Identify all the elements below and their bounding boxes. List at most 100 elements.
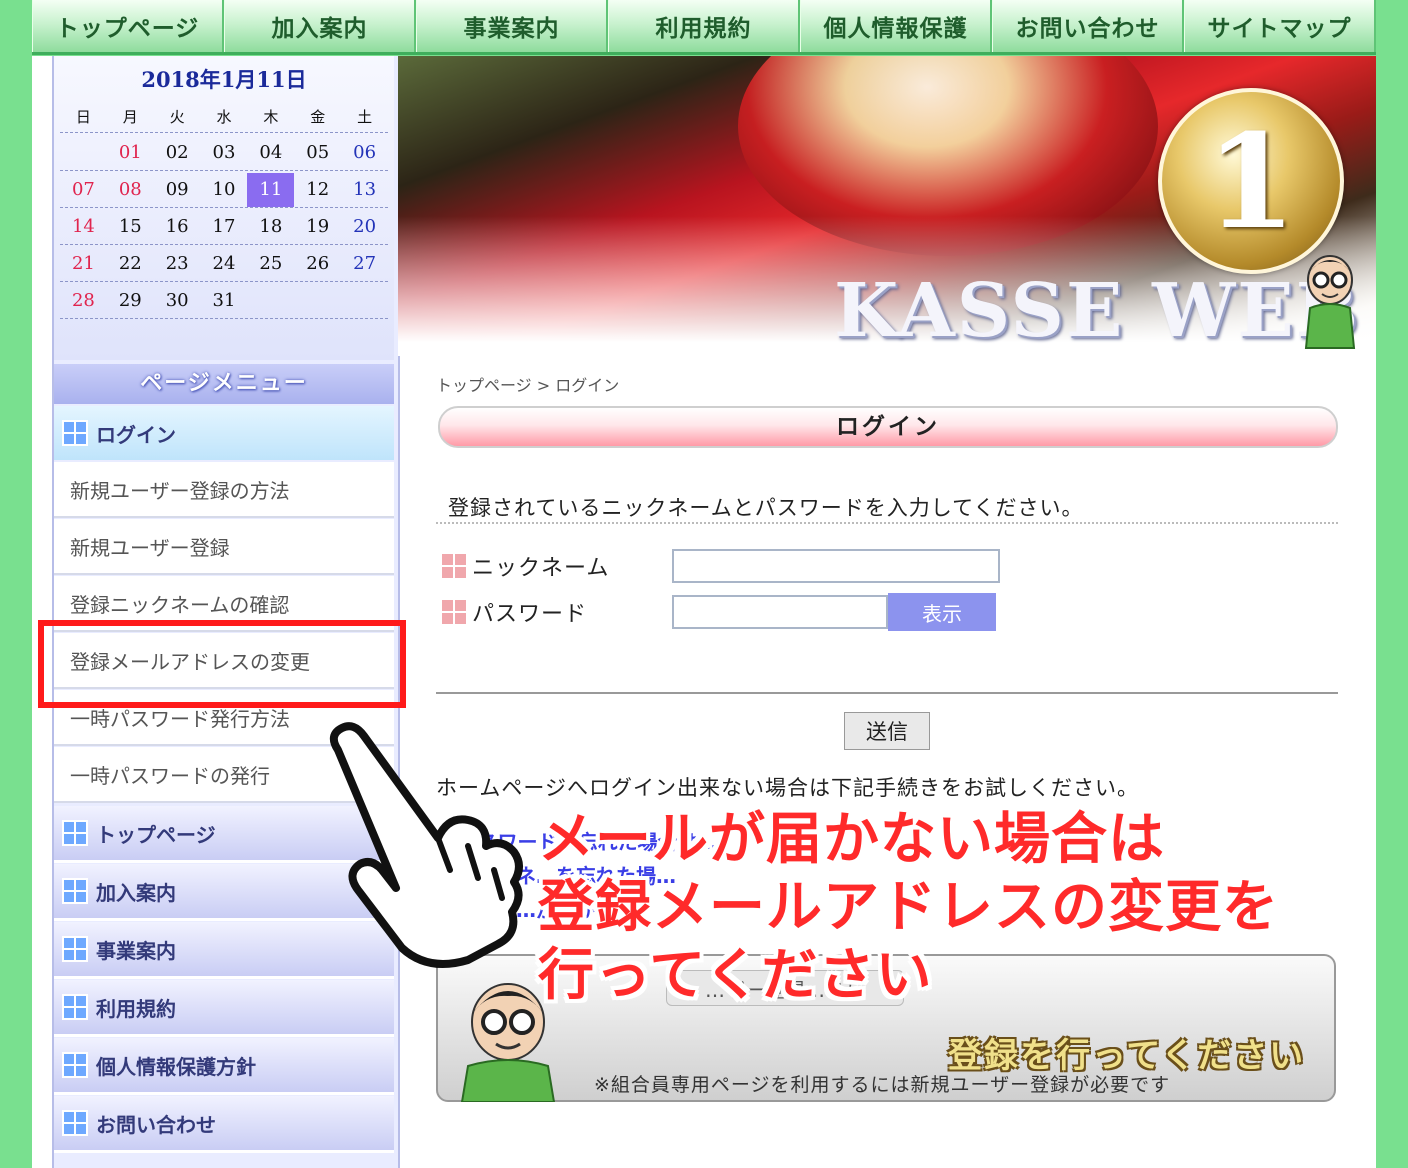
nickname-row: ニックネーム	[442, 546, 1000, 586]
sidebar-item-privacy[interactable]: 個人情報保護方針	[54, 1038, 394, 1095]
annotation-callout: メールが届かない場合は 登録メールアドレスの変更を 行ってください	[538, 806, 1279, 1010]
nav-top-page[interactable]: トップページ	[32, 0, 224, 52]
grid-icon	[62, 994, 88, 1020]
calendar-weekdays: 日 月 火 水 木 金 土	[60, 106, 388, 133]
nav-contact[interactable]: お問い合わせ	[992, 0, 1184, 52]
gold-badge: 1	[1158, 88, 1344, 274]
calendar-day: 20	[353, 216, 377, 237]
calendar-day: 28	[71, 290, 95, 311]
sidebar-item-login[interactable]: ログイン	[54, 406, 394, 460]
calendar-day: 29	[118, 290, 142, 311]
calendar-day: 08	[118, 179, 142, 200]
calendar-day: 23	[165, 253, 189, 274]
grid-icon	[62, 420, 88, 446]
calendar-week: 21 22 23 24 25 26 27	[60, 247, 388, 282]
calendar-day: 06	[353, 142, 377, 163]
calendar-day: 14	[71, 216, 95, 237]
submit-button[interactable]: 送信	[844, 712, 930, 750]
mascot-icon	[1304, 255, 1356, 349]
divider	[436, 522, 1338, 524]
calendar-day: 12	[306, 179, 330, 200]
register-note: ※組合員専用ページを利用するには新規ユーザー登録が必要です	[594, 1074, 1171, 1096]
sidebar-item-registration-howto[interactable]: 新規ユーザー登録の方法	[54, 462, 394, 518]
calendar-day: 05	[306, 142, 330, 163]
calendar-day	[341, 284, 388, 318]
calendar: 2018年1月11日 日 月 火 水 木 金 土 01 02 03 04 05 …	[54, 56, 394, 360]
weekday: 日	[75, 108, 91, 126]
grid-icon	[62, 1052, 88, 1078]
bullet-icon	[442, 600, 466, 624]
calendar-day: 30	[165, 290, 189, 311]
weekday: 月	[122, 108, 138, 126]
header-banner: 1 KASSE WEB	[398, 56, 1376, 356]
calendar-title: 2018年1月11日	[141, 67, 307, 92]
calendar-day: 21	[71, 253, 95, 274]
page-menu-title: ページメニュー	[54, 364, 394, 404]
sidebar-item-new-registration[interactable]: 新規ユーザー登録	[54, 519, 394, 575]
calendar-day: 07	[71, 179, 95, 200]
calendar-day-today: 11	[247, 173, 295, 207]
calendar-day	[247, 284, 294, 318]
calendar-day: 31	[212, 290, 236, 311]
password-input[interactable]	[672, 595, 888, 629]
callout-line: 行ってください	[538, 943, 933, 1008]
sidebar: 2018年1月11日 日 月 火 水 木 金 土 01 02 03 04 05 …	[52, 56, 400, 1168]
weekday: 水	[216, 108, 232, 126]
calendar-day: 27	[353, 253, 377, 274]
callout-line: メールが届かない場合は	[538, 807, 1165, 872]
nav-terms[interactable]: 利用規約	[608, 0, 800, 52]
calendar-day: 01	[118, 142, 142, 163]
nav-business[interactable]: 事業案内	[416, 0, 608, 52]
calendar-day: 16	[165, 216, 189, 237]
nickname-input[interactable]	[672, 549, 1000, 583]
calendar-week: 01 02 03 04 05 06	[60, 136, 388, 171]
calendar-day: 22	[118, 253, 142, 274]
sidebar-item-contact[interactable]: お問い合わせ	[54, 1096, 394, 1153]
calendar-day: 09	[165, 179, 189, 200]
nav-privacy[interactable]: 個人情報保護	[800, 0, 992, 52]
nickname-label: ニックネーム	[472, 556, 610, 581]
weekday: 金	[310, 108, 326, 126]
calendar-day: 15	[118, 216, 142, 237]
nav-sitemap[interactable]: サイトマップ	[1184, 0, 1376, 52]
main-content: トップページ > ログイン ログイン 登録されているニックネームとパスワードを入…	[436, 356, 1340, 1168]
calendar-day: 04	[259, 142, 283, 163]
calendar-day: 19	[306, 216, 330, 237]
calendar-week: 28 29 30 31	[60, 284, 388, 319]
sidebar-item-label: ログイン	[96, 422, 176, 447]
help-text: ホームページへログイン出来ない場合は下記手続きをお試しください。	[436, 776, 1139, 800]
login-instruction: 登録されているニックネームとパスワードを入力してください。	[448, 496, 1084, 520]
calendar-day: 17	[212, 216, 236, 237]
calendar-day: 13	[353, 179, 377, 200]
calendar-day: 25	[259, 253, 283, 274]
pointing-hand-icon	[329, 722, 523, 968]
calendar-day: 18	[259, 216, 283, 237]
calendar-week: 07 08 09 10 11 12 13	[60, 173, 388, 208]
weekday: 土	[357, 108, 373, 126]
divider	[436, 692, 1338, 694]
highlight-box	[38, 620, 406, 708]
calendar-day: 24	[212, 253, 236, 274]
weekday: 火	[169, 108, 185, 126]
sidebar-item-terms[interactable]: 利用規約	[54, 980, 394, 1037]
password-label: パスワード	[472, 602, 588, 627]
weekday: 木	[263, 108, 279, 126]
bullet-icon	[442, 554, 466, 578]
calendar-day	[60, 136, 107, 170]
calendar-day	[294, 284, 341, 318]
calendar-day: 10	[212, 179, 236, 200]
calendar-day: 02	[165, 142, 189, 163]
calendar-day: 03	[212, 142, 236, 163]
site-logo: KASSE WEB	[834, 268, 1361, 354]
grid-icon	[62, 936, 88, 962]
password-row: パスワード 表示	[442, 592, 996, 632]
calendar-day: 26	[306, 253, 330, 274]
page-title: ログイン	[438, 406, 1338, 448]
calendar-week: 14 15 16 17 18 19 20	[60, 210, 388, 245]
show-password-button[interactable]: 表示	[888, 593, 996, 631]
grid-icon	[62, 878, 88, 904]
nav-membership[interactable]: 加入案内	[224, 0, 416, 52]
grid-icon	[62, 820, 88, 846]
callout-line: 登録メールアドレスの変更を	[538, 875, 1279, 940]
grid-icon	[62, 1110, 88, 1136]
